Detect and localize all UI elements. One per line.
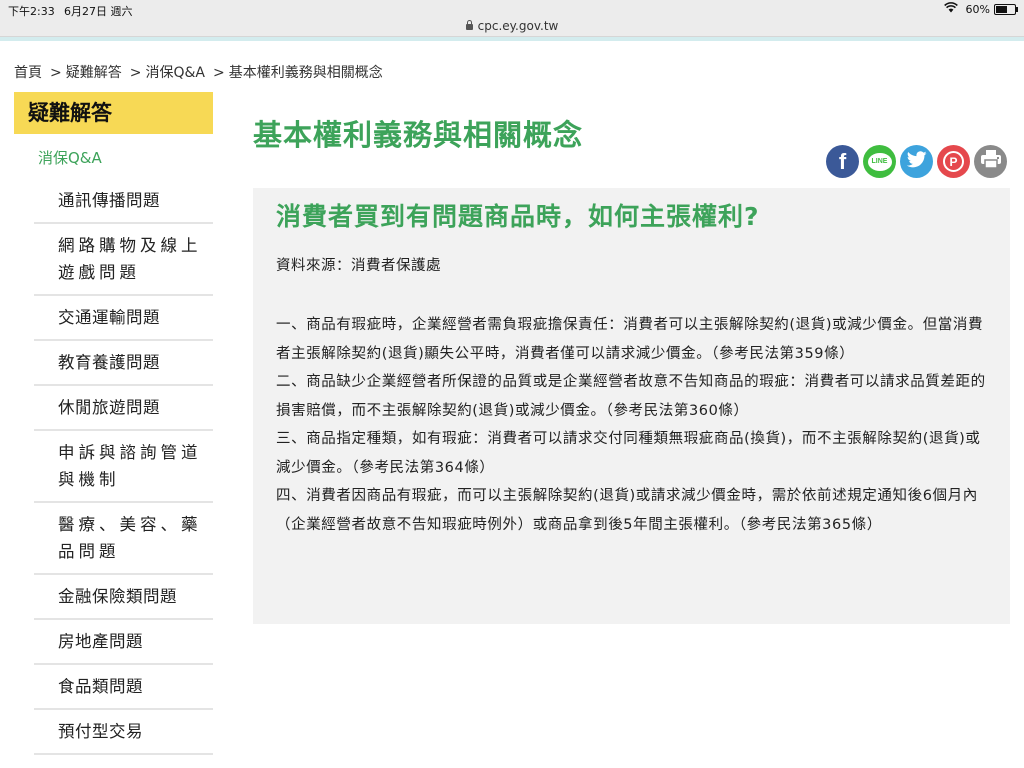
print-icon bbox=[980, 149, 1002, 174]
twitter-icon bbox=[906, 150, 927, 173]
sidebar-item-prepaid[interactable]: 預付型交易 bbox=[34, 710, 213, 755]
wifi-icon bbox=[944, 2, 958, 16]
sidebar-item-label: 教育養護問題 bbox=[58, 353, 160, 372]
sidebar-item-food[interactable]: 食品類問題 bbox=[34, 665, 213, 710]
sidebar-item-label: 醫療、美容、藥品問題 bbox=[58, 515, 202, 561]
lock-icon bbox=[465, 20, 473, 30]
article-paragraph: 一、商品有瑕疵時，企業經營者需負瑕疵擔保責任：消費者可以主張解除契約(退貨)或減… bbox=[276, 317, 984, 362]
line-share-button[interactable]: LINE bbox=[863, 145, 896, 178]
sidebar-item-online-shopping[interactable]: 網路購物及線上遊戲問題 bbox=[34, 224, 213, 296]
facebook-share-button[interactable]: f bbox=[826, 145, 859, 178]
twitter-share-button[interactable] bbox=[900, 145, 933, 178]
facebook-icon: f bbox=[838, 148, 847, 174]
sidebar-item-finance[interactable]: 金融保險類問題 bbox=[34, 575, 213, 620]
sidebar-item-label: 預付型交易 bbox=[58, 722, 143, 741]
sidebar-item-travel[interactable]: 休閒旅遊問題 bbox=[34, 386, 213, 431]
share-buttons: f LINE P bbox=[826, 145, 1007, 178]
sidebar-item-label: 通訊傳播問題 bbox=[58, 191, 160, 210]
article-title: 消費者買到有問題商品時，如何主張權利? bbox=[276, 202, 760, 231]
address-bar[interactable]: cpc.ey.gov.tw bbox=[0, 19, 1024, 33]
status-date: 6月27日 週六 bbox=[64, 5, 133, 18]
url-text: cpc.ey.gov.tw bbox=[477, 19, 559, 33]
plurk-icon: P bbox=[943, 151, 964, 172]
breadcrumb-faq[interactable]: 疑難解答 bbox=[66, 65, 122, 81]
breadcrumb: 首頁 > 疑難解答 > 消保Q&A > 基本權利義務與相關概念 bbox=[14, 62, 383, 82]
breadcrumb-separator: > bbox=[129, 65, 142, 81]
article-paragraph: 三、商品指定種類，如有瑕疵：消費者可以請求交付同種類無瑕疵商品(換貨)，而不主張… bbox=[276, 431, 981, 476]
sidebar-subheading[interactable]: 消保Q&A bbox=[38, 147, 102, 168]
sidebar-item-label: 金融保險類問題 bbox=[58, 587, 177, 606]
sidebar-item-transport[interactable]: 交通運輸問題 bbox=[34, 296, 213, 341]
sidebar-item-medical[interactable]: 醫療、美容、藥品問題 bbox=[34, 503, 213, 575]
article-source: 資料來源：消費者保護處 bbox=[276, 258, 441, 274]
sidebar-item-label: 網路購物及線上遊戲問題 bbox=[58, 236, 202, 282]
battery-percent: 60% bbox=[965, 3, 990, 16]
breadcrumb-current[interactable]: 基本權利義務與相關概念 bbox=[229, 65, 383, 81]
sidebar-heading[interactable]: 疑難解答 bbox=[14, 92, 213, 134]
article-card: 消費者買到有問題商品時，如何主張權利? 資料來源：消費者保護處 一、商品有瑕疵時… bbox=[253, 188, 1010, 624]
article-paragraph: 四、消費者因商品有瑕疵，而可以主張解除契約(退貨)或請求減少價金時，需於依前述規… bbox=[276, 488, 978, 533]
sidebar-item-label: 休閒旅遊問題 bbox=[58, 398, 160, 417]
battery-icon bbox=[994, 4, 1018, 15]
sidebar-item-education[interactable]: 教育養護問題 bbox=[34, 341, 213, 386]
print-button[interactable] bbox=[974, 145, 1007, 178]
sidebar-item-telecom[interactable]: 通訊傳播問題 bbox=[34, 179, 213, 224]
sidebar-item-label: 申訴與諮詢管道與機制 bbox=[58, 443, 202, 489]
page-title: 基本權利義務與相關概念 bbox=[253, 118, 584, 153]
sidebar-item-label: 交通運輸問題 bbox=[58, 308, 160, 327]
sidebar-item-label: 食品類問題 bbox=[58, 677, 143, 696]
article-body: 一、商品有瑕疵時，企業經營者需負瑕疵擔保責任：消費者可以主張解除契約(退貨)或減… bbox=[276, 311, 988, 539]
sidebar-item-complaints[interactable]: 申訴與諮詢管道與機制 bbox=[34, 431, 213, 503]
header-strip bbox=[0, 37, 1024, 41]
line-icon: LINE bbox=[867, 152, 892, 171]
sidebar-item-label: 房地產問題 bbox=[58, 632, 143, 651]
article-paragraph: 二、商品缺少企業經營者所保證的品質或是企業經營者故意不告知商品的瑕疵：消費者可以… bbox=[276, 374, 986, 419]
status-bar: 下午2:33 6月27日 週六 60% cpc.ey.gov.tw bbox=[0, 0, 1024, 37]
status-time: 下午2:33 bbox=[8, 5, 55, 18]
breadcrumb-home[interactable]: 首頁 bbox=[14, 65, 42, 81]
breadcrumb-separator: > bbox=[50, 65, 62, 81]
plurk-share-button[interactable]: P bbox=[937, 145, 970, 178]
sidebar-menu: 通訊傳播問題 網路購物及線上遊戲問題 交通運輸問題 教育養護問題 休閒旅遊問題 … bbox=[34, 179, 213, 755]
sidebar-item-real-estate[interactable]: 房地產問題 bbox=[34, 620, 213, 665]
breadcrumb-separator: > bbox=[212, 65, 225, 81]
breadcrumb-consumer-qa[interactable]: 消保Q&A bbox=[145, 65, 205, 81]
